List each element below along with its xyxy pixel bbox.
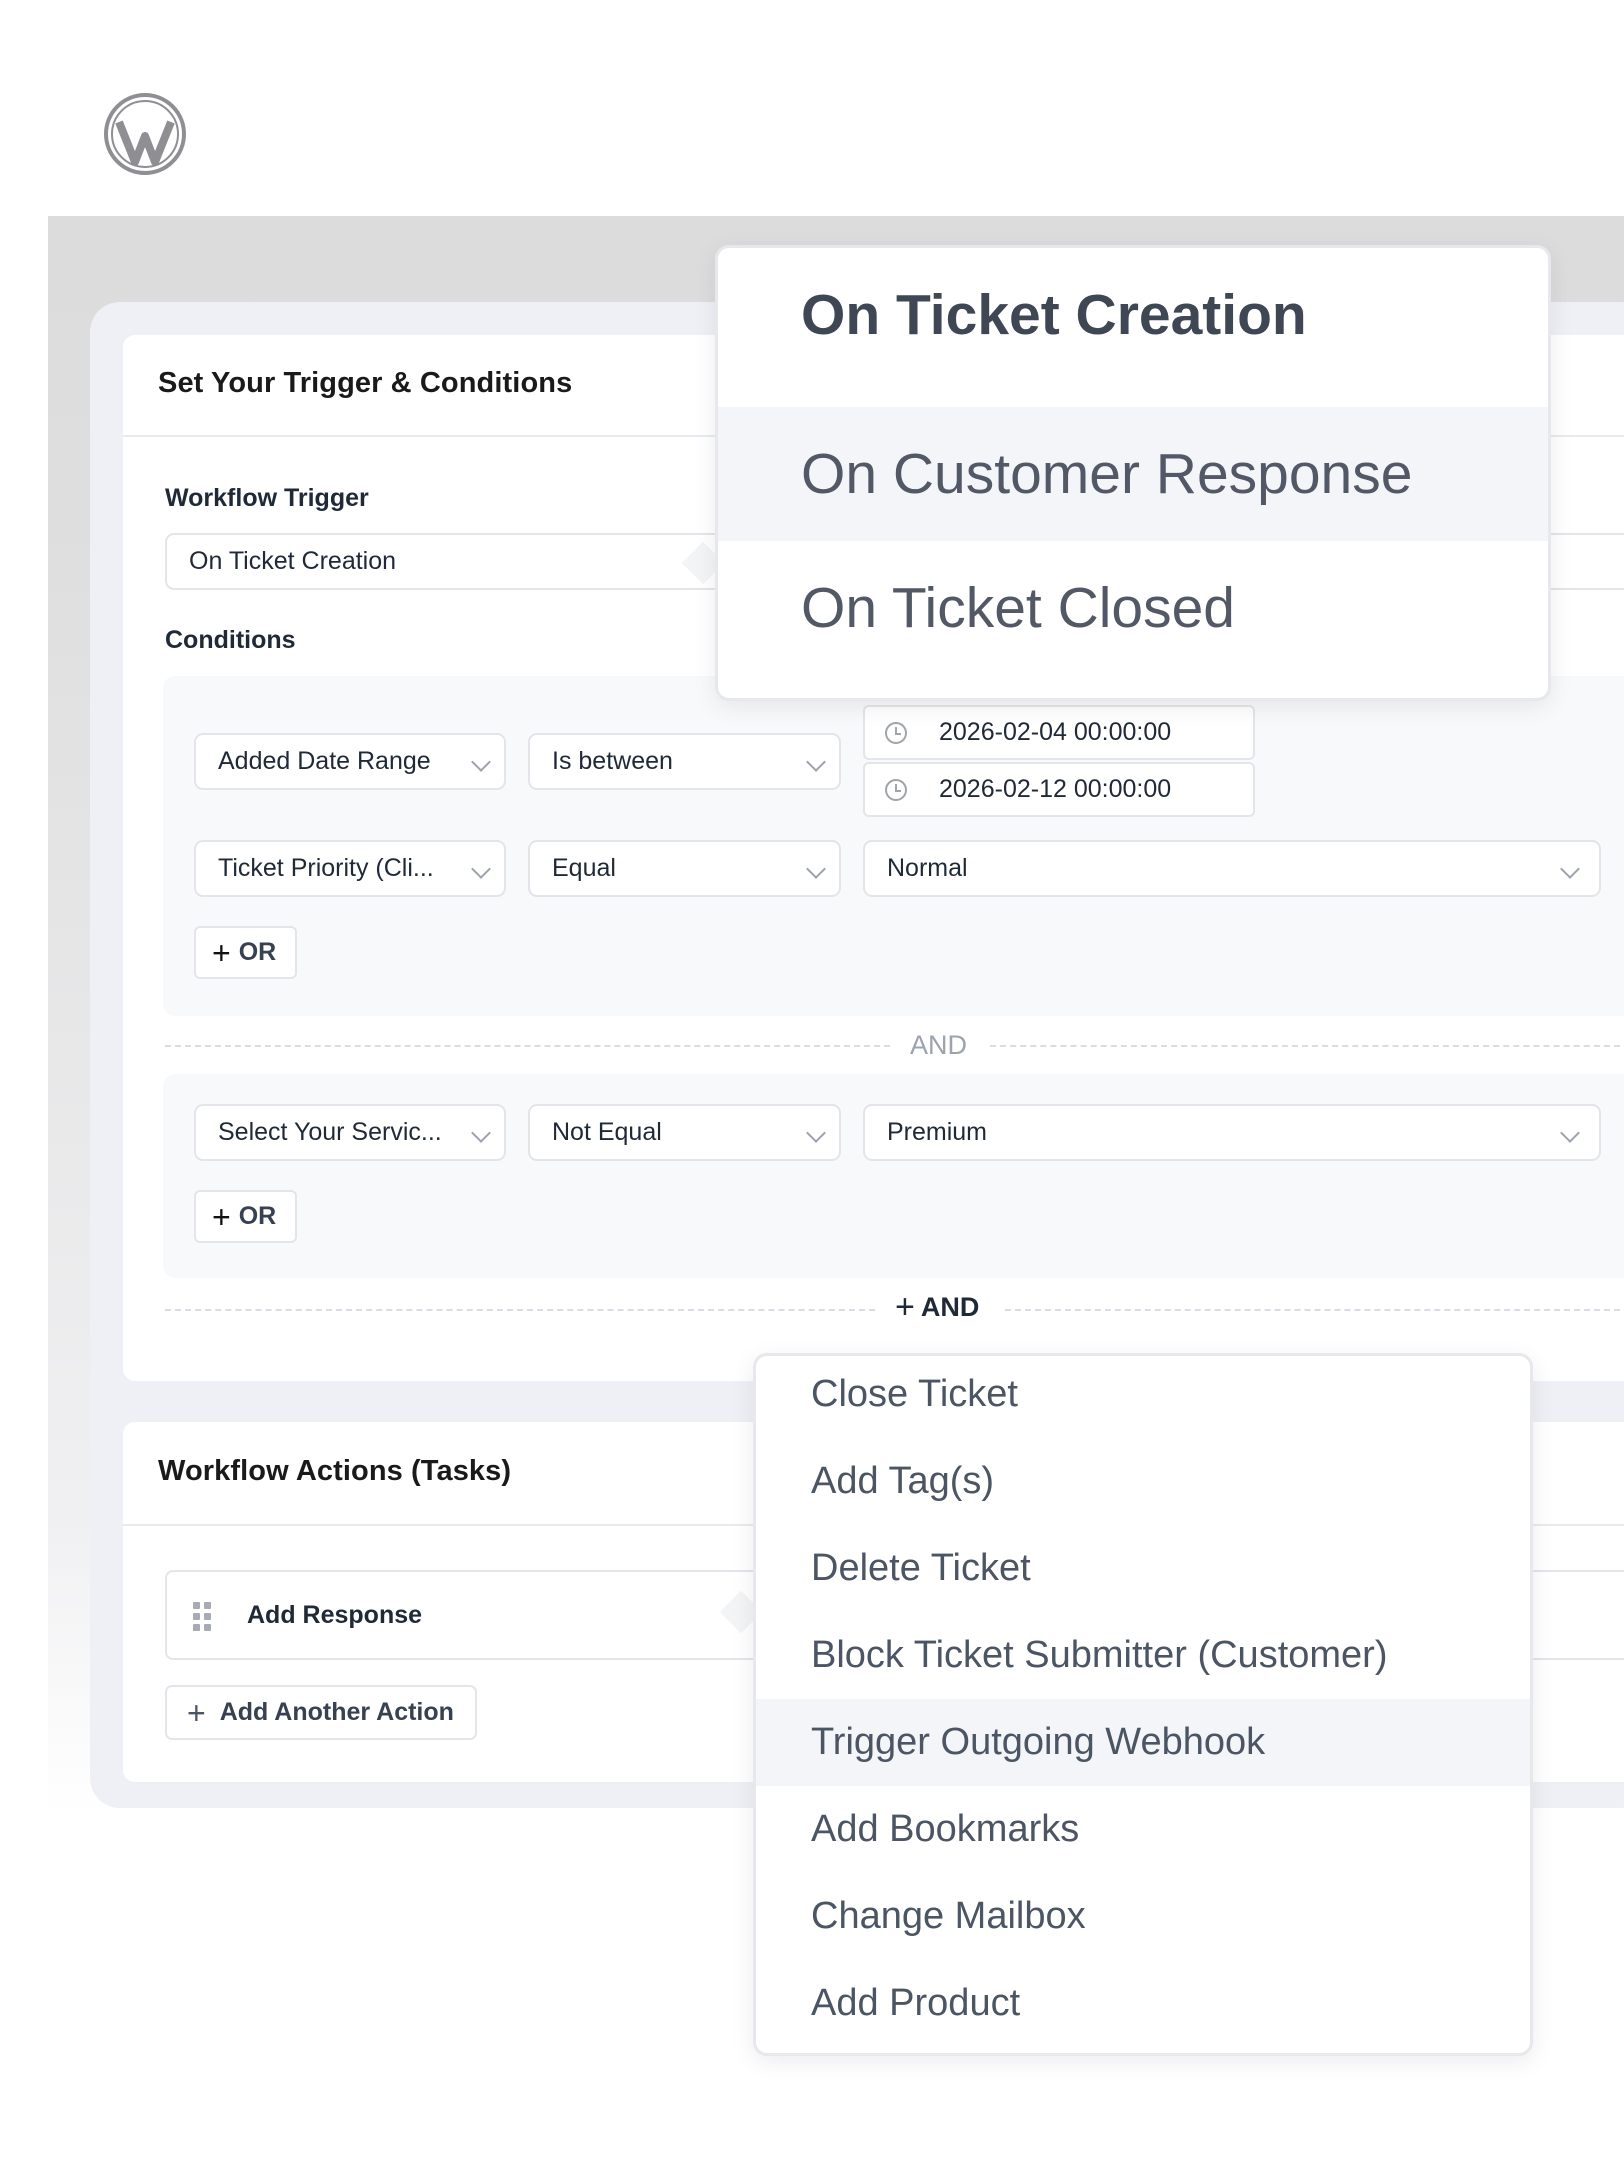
separator-line (165, 1045, 890, 1047)
clock-icon (885, 779, 907, 801)
condition-field-select[interactable]: Select Your Servic... (194, 1104, 506, 1161)
panel-title: Set Your Trigger & Conditions (158, 367, 573, 399)
add-and-button[interactable]: + AND (895, 1290, 979, 1324)
drag-handle-icon[interactable] (193, 1602, 213, 1632)
condition-value: Normal (887, 854, 968, 882)
plus-icon: + (187, 1694, 206, 1731)
condition-operator-value: Not Equal (552, 1118, 662, 1146)
condition-value: Premium (887, 1118, 988, 1146)
condition-field-value: Added Date Range (218, 747, 431, 775)
condition-operator-select[interactable]: Is between (528, 733, 841, 790)
add-another-action-label: Add Another Action (219, 1698, 454, 1726)
add-or-button[interactable]: + OR (194, 926, 297, 979)
chevron-down-icon (1560, 1123, 1580, 1143)
and-separator: AND (910, 1030, 968, 1060)
condition-field-select[interactable]: Ticket Priority (Cli... (194, 840, 506, 897)
condition-operator-value: Equal (552, 854, 616, 882)
panel-title: Workflow Actions (Tasks) (158, 1455, 512, 1487)
add-another-action-button[interactable]: + Add Another Action (165, 1685, 477, 1740)
option-label: Change Mailbox (811, 1895, 1086, 1937)
and-label: AND (920, 1291, 980, 1322)
add-or-button[interactable]: + OR (194, 1190, 297, 1243)
wordpress-logo (104, 93, 186, 175)
dropdown-option[interactable]: Delete Ticket (756, 1525, 1530, 1612)
plus-icon: + (212, 934, 231, 971)
workflow-trigger-value: On Ticket Creation (189, 547, 397, 575)
option-label: Block Ticket Submitter (Customer) (811, 1634, 1388, 1676)
option-label: Add Product (811, 1982, 1021, 2024)
condition-field-value: Ticket Priority (Cli... (218, 854, 434, 882)
dropdown-option[interactable]: Add Product (756, 1960, 1530, 2047)
plus-icon: + (895, 1288, 915, 1326)
or-label: OR (238, 1202, 277, 1230)
chevron-down-icon (1560, 859, 1580, 879)
chevron-down-icon (471, 859, 491, 879)
dropdown-option[interactable]: On Ticket Closed (718, 541, 1548, 675)
trigger-dropdown-menu: On Ticket Creation On Customer Response … (715, 245, 1551, 701)
condition-value-select[interactable]: Premium (863, 1104, 1601, 1161)
option-label: On Ticket Creation (801, 283, 1307, 347)
condition-field-select[interactable]: Added Date Range (194, 733, 506, 790)
condition-field-value: Select Your Servic... (218, 1118, 442, 1146)
option-label: Close Ticket (811, 1373, 1018, 1415)
separator-line (1005, 1309, 1624, 1311)
chevron-down-icon (806, 1123, 826, 1143)
dropdown-option[interactable]: Block Ticket Submitter (Customer) (756, 1612, 1530, 1699)
dropdown-option[interactable]: Add Tag(s) (756, 1438, 1530, 1525)
action-dropdown-menu: Close Ticket Add Tag(s) Delete Ticket Bl… (753, 1353, 1533, 2056)
separator-line (165, 1309, 875, 1311)
chevron-down-icon (806, 859, 826, 879)
option-label: On Ticket Closed (801, 576, 1236, 640)
dropdown-option[interactable]: Change Mailbox (756, 1873, 1530, 1960)
dropdown-option[interactable]: Close Ticket (756, 1356, 1530, 1438)
date-from-value: 2026-02-04 00:00:00 (939, 718, 1172, 746)
conditions-label: Conditions (165, 626, 296, 654)
date-to-value: 2026-02-12 00:00:00 (939, 775, 1172, 803)
option-label: Add Tag(s) (811, 1460, 995, 1502)
option-label: Trigger Outgoing Webhook (811, 1721, 1266, 1763)
workflow-trigger-label: Workflow Trigger (165, 484, 369, 512)
dropdown-option[interactable]: On Ticket Creation (718, 248, 1548, 382)
plus-icon: + (212, 1198, 231, 1235)
chevron-down-icon (806, 752, 826, 772)
action-item-label: Add Response (247, 1600, 423, 1629)
condition-value-select[interactable]: Normal (863, 840, 1601, 897)
dropdown-option[interactable]: On Customer Response (718, 407, 1548, 541)
option-label: Add Bookmarks (811, 1808, 1080, 1850)
date-to-input[interactable]: 2026-02-12 00:00:00 (863, 762, 1255, 817)
chevron-down-icon (471, 1123, 491, 1143)
option-label: Delete Ticket (811, 1547, 1031, 1589)
date-from-input[interactable]: 2026-02-04 00:00:00 (863, 705, 1255, 760)
or-label: OR (238, 938, 277, 966)
condition-operator-select[interactable]: Not Equal (528, 1104, 841, 1161)
option-label: On Customer Response (801, 442, 1413, 506)
dropdown-option[interactable]: Trigger Outgoing Webhook (756, 1699, 1530, 1786)
separator-line (990, 1045, 1624, 1047)
dropdown-option[interactable]: Add Bookmarks (756, 1786, 1530, 1873)
clock-icon (885, 722, 907, 744)
chevron-down-icon (471, 752, 491, 772)
condition-operator-select[interactable]: Equal (528, 840, 841, 897)
condition-operator-value: Is between (552, 747, 673, 775)
